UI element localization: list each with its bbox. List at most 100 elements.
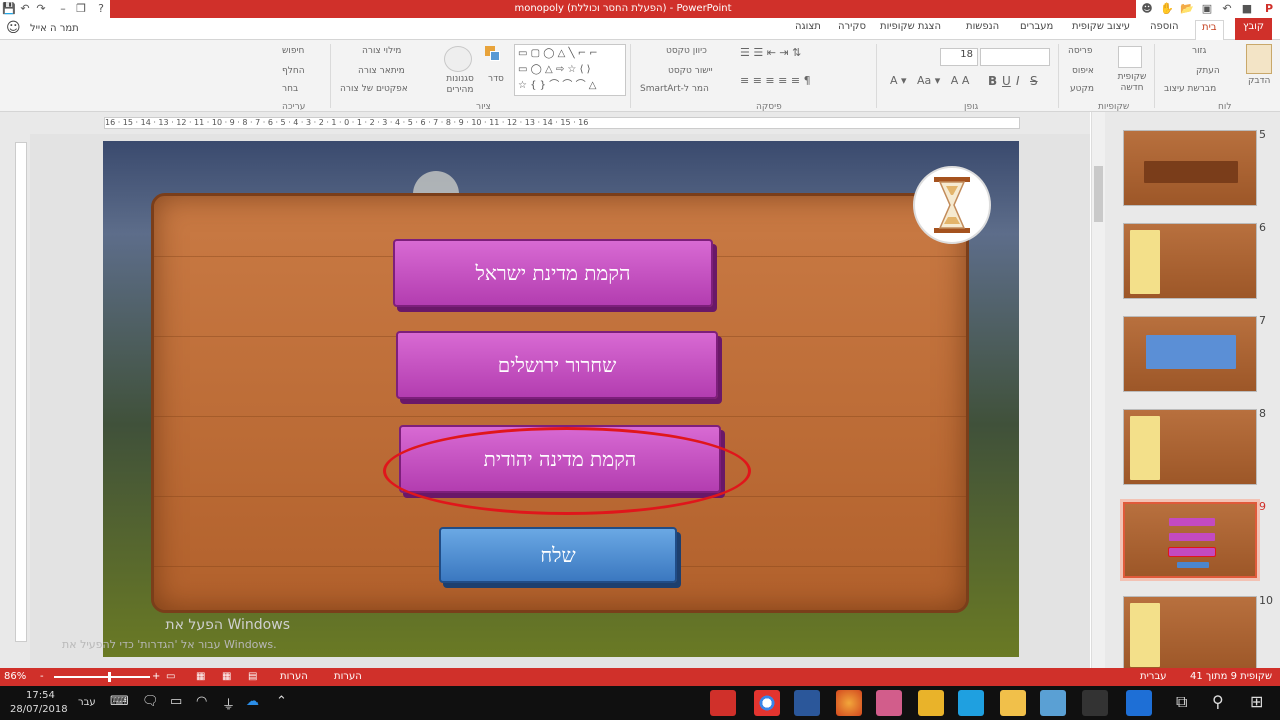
start-icon[interactable]: ⊞ — [1250, 692, 1263, 711]
skype-taskbar-icon[interactable] — [958, 690, 984, 716]
arrange-icon[interactable] — [485, 46, 501, 62]
account-name[interactable]: תמר ה אייל — [30, 23, 79, 34]
shape-fill-button[interactable]: מילוי צורה — [362, 46, 401, 56]
photos-taskbar-icon[interactable] — [1040, 690, 1066, 716]
paste-button[interactable]: הדבק — [1248, 76, 1270, 86]
zoom-out-button[interactable]: - — [40, 671, 44, 682]
shape-effects-button[interactable]: אפקטים של צורה — [340, 84, 408, 94]
font-name-field[interactable] — [980, 48, 1050, 66]
thumbnail-slide-7[interactable] — [1123, 316, 1257, 392]
align-buttons[interactable]: ≡ ≡ ≡ ≡ ≡ ¶ — [740, 74, 811, 87]
touch-mode-icon[interactable]: ✋ — [1160, 2, 1174, 16]
arrange-button[interactable]: סדר — [488, 74, 504, 84]
thumbnail-slide-10[interactable] — [1123, 596, 1257, 672]
zoom-slider-thumb[interactable] — [108, 672, 111, 682]
smartart-button[interactable]: SmartArt-המר ל — [640, 84, 709, 94]
font-size-field[interactable]: 18 — [940, 48, 978, 66]
cut-button[interactable]: גזור — [1192, 46, 1206, 56]
help-button[interactable]: ? — [94, 2, 108, 16]
zoom-in-button[interactable]: + — [152, 671, 160, 682]
fit-slide-icon[interactable]: ▭ — [166, 671, 175, 682]
quick-styles-icon[interactable] — [444, 46, 472, 72]
tab-animations[interactable]: הנפשות — [966, 21, 999, 32]
paste-icon[interactable] — [1246, 44, 1272, 74]
underline-button[interactable]: U — [1002, 74, 1011, 88]
zoom-level[interactable]: 86% — [4, 671, 26, 682]
format-painter-button[interactable]: מברשת עיצוב — [1164, 84, 1216, 94]
thumbnail-slide-5[interactable] — [1123, 130, 1257, 206]
redo-icon[interactable]: ↷ — [34, 2, 48, 16]
undo-icon[interactable]: ↶ — [18, 2, 32, 16]
avatar[interactable]: ☺ — [6, 20, 21, 36]
list-buttons[interactable]: ☰ ☰ ⇤ ⇥ ⇅ — [740, 46, 801, 59]
sorter-view-icon[interactable]: ▤ — [248, 671, 257, 682]
user-icon[interactable]: ☻ — [1140, 2, 1154, 16]
taskbar-time[interactable]: 17:54 — [26, 690, 55, 701]
send-button[interactable]: שלח — [439, 527, 677, 583]
save-quick-icon[interactable]: ■ — [1240, 2, 1254, 16]
scrollbar-thumb[interactable] — [1094, 166, 1103, 222]
undo-quick-icon[interactable]: ↶ — [1220, 2, 1234, 16]
tray-expand-icon[interactable]: ⌃ — [276, 694, 287, 709]
text-direction-button[interactable]: כיוון טקסט — [666, 46, 707, 56]
answer-button-1[interactable]: הקמת מדינת ישראל — [393, 239, 713, 307]
tab-review[interactable]: סקירה — [838, 21, 866, 32]
tab-slideshow[interactable]: הצגת שקופיות — [880, 21, 941, 32]
present-icon[interactable]: ▣ — [1200, 2, 1214, 16]
keyboard-icon[interactable]: ⌨ — [110, 694, 129, 709]
tab-insert[interactable]: הוספה — [1150, 21, 1179, 32]
usb-icon[interactable]: ⏚ — [222, 694, 235, 713]
lock-taskbar-icon[interactable] — [918, 690, 944, 716]
word-taskbar-icon[interactable] — [794, 690, 820, 716]
app-taskbar-icon[interactable] — [876, 690, 902, 716]
store-taskbar-icon[interactable] — [1082, 690, 1108, 716]
restore-icon[interactable]: ❐ — [74, 2, 88, 16]
notifications-icon[interactable]: 🗨 — [142, 694, 159, 709]
taskbar-date[interactable]: 28/07/2018 — [10, 704, 68, 715]
replace-button[interactable]: החלף — [282, 66, 305, 76]
wifi-icon[interactable]: ◠ — [196, 694, 207, 709]
edge-taskbar-icon[interactable] — [1126, 690, 1152, 716]
slide[interactable]: הקמת מדינת ישראל שחרור ירושלים הקמת מדינ… — [103, 141, 1019, 657]
quick-styles-button[interactable]: סגנונות מהירים — [440, 74, 480, 96]
new-slide-button[interactable]: שקופית חדשה — [1114, 72, 1150, 94]
explorer-taskbar-icon[interactable] — [1000, 690, 1026, 716]
hourglass-icon[interactable] — [913, 166, 991, 244]
notes-button[interactable]: הערות — [334, 671, 362, 682]
new-slide-icon[interactable] — [1118, 46, 1142, 68]
thumbnail-slide-9[interactable] — [1120, 499, 1260, 581]
reading-view-icon[interactable]: ▦ — [222, 671, 231, 682]
tab-home[interactable]: בית — [1195, 20, 1224, 40]
input-language[interactable]: עבר — [78, 697, 96, 708]
battery-icon[interactable]: ▭ — [170, 694, 182, 709]
bold-button[interactable]: B — [988, 74, 997, 88]
find-button[interactable]: חיפוש — [282, 46, 304, 56]
save-icon[interactable]: 💾 — [2, 2, 16, 16]
align-text-button[interactable]: יישור טקסט — [668, 66, 713, 76]
font-color-buttons[interactable]: A ▾ Aa ▾ A A — [890, 74, 969, 87]
tab-file[interactable]: קובץ — [1235, 18, 1272, 40]
thumbnail-slide-8[interactable] — [1123, 409, 1257, 485]
powerpoint-taskbar-icon[interactable] — [710, 690, 736, 716]
comments-button[interactable]: הערות — [280, 671, 308, 682]
open-icon[interactable]: 📂 — [1180, 2, 1194, 16]
firefox-taskbar-icon[interactable] — [836, 690, 862, 716]
shape-outline-button[interactable]: מיתאר צורה — [358, 66, 405, 76]
tab-transitions[interactable]: מעברים — [1020, 21, 1053, 32]
thumbnail-slide-6[interactable] — [1123, 223, 1257, 299]
chrome-taskbar-icon[interactable] — [754, 690, 780, 716]
layout-button[interactable]: פריסה — [1068, 46, 1092, 56]
strike-button[interactable]: S — [1030, 74, 1038, 88]
tab-view[interactable]: תצוגה — [795, 21, 821, 32]
shapes-gallery[interactable]: ▭ ▢ ◯ △ ╲ ⌐ ⌐ ▭ ◯ △ ⇨ ☆ ⟨ ⟩ ☆ { } ⌒ ⌒ ⌒ △ — [514, 44, 626, 96]
copy-button[interactable]: העתק — [1196, 66, 1220, 76]
language-indicator[interactable]: עברית — [1140, 671, 1167, 682]
zoom-slider[interactable] — [54, 676, 150, 678]
onedrive-icon[interactable]: ☁ — [246, 694, 259, 709]
tab-design[interactable]: עיצוב שקופית — [1072, 21, 1130, 32]
answer-button-2[interactable]: שחרור ירושלים — [396, 331, 718, 399]
italic-button[interactable]: I — [1016, 74, 1020, 88]
slideshow-view-icon[interactable]: ▦ — [196, 671, 205, 682]
task-view-icon[interactable]: ⧉ — [1176, 692, 1187, 712]
select-button[interactable]: בחר — [282, 84, 298, 94]
